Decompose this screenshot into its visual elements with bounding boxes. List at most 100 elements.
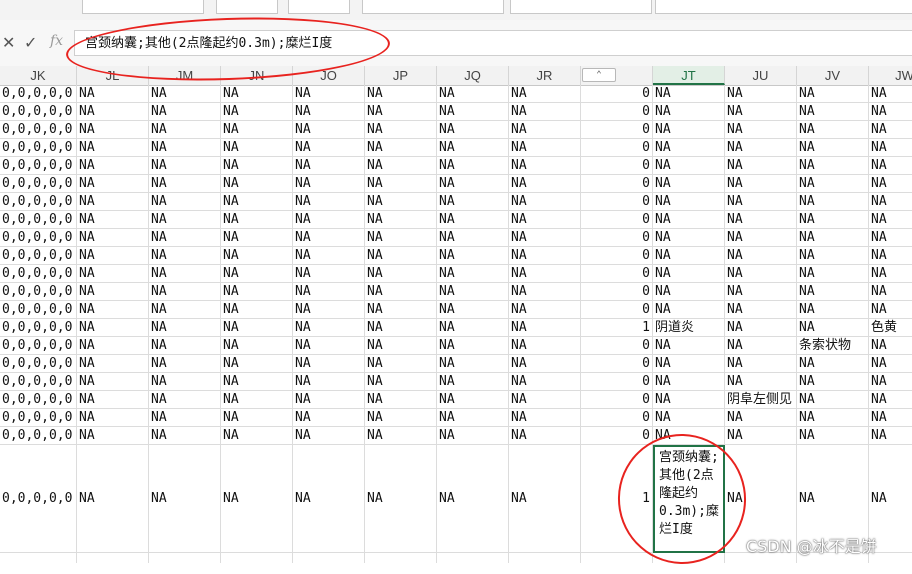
table-cell[interactable]: NA [653,337,725,355]
table-cell[interactable]: NA [725,121,797,139]
table-cell[interactable]: NA [149,283,221,301]
table-cell[interactable]: NA [509,157,581,175]
table-cell[interactable]: 0,0,0,0,0 [0,139,77,157]
table-cell[interactable]: NA [77,337,149,355]
table-cell[interactable]: 0 [581,427,653,445]
ribbon-button[interactable] [216,0,278,14]
table-cell[interactable]: NA [149,193,221,211]
table-cell[interactable]: NA [77,319,149,337]
table-cell[interactable]: NA [797,85,869,103]
table-cell[interactable]: 0 [581,265,653,283]
table-cell[interactable]: NA [149,121,221,139]
table-cell[interactable]: NA [653,157,725,175]
table-cell[interactable]: NA [725,211,797,229]
table-cell[interactable]: NA [221,175,293,193]
table-cell[interactable]: NA [293,211,365,229]
table-cell[interactable]: NA [149,265,221,283]
table-cell[interactable]: 0,0,0,0,0 [0,445,77,553]
table-cell[interactable]: NA [437,121,509,139]
table-cell[interactable]: 0 [581,121,653,139]
formula-input[interactable]: 宫颈纳囊;其他(2点隆起约0.3m);糜烂I度 [74,30,912,56]
table-cell[interactable]: NA [221,283,293,301]
table-cell[interactable]: NA [365,193,437,211]
close-icon[interactable]: ✕ [2,33,15,52]
table-cell[interactable]: 0,0,0,0,0 [0,373,77,391]
table-cell[interactable]: NA [365,85,437,103]
table-cell[interactable]: NA [293,373,365,391]
table-cell[interactable]: NA [725,85,797,103]
table-cell[interactable]: NA [869,121,912,139]
table-cell[interactable]: NA [869,139,912,157]
table-cell[interactable]: NA [437,139,509,157]
table-cell[interactable]: NA [509,391,581,409]
table-cell[interactable]: 0 [581,391,653,409]
table-cell[interactable]: NA [293,283,365,301]
check-icon[interactable]: ✓ [24,33,37,52]
table-cell[interactable]: NA [653,211,725,229]
table-cell[interactable]: NA [221,247,293,265]
table-cell[interactable]: 0 [581,373,653,391]
table-cell[interactable]: NA [869,229,912,247]
table-cell[interactable]: NA [77,301,149,319]
table-cell[interactable]: NA [509,121,581,139]
table-cell[interactable]: NA [797,283,869,301]
column-header[interactable]: JV [797,66,869,85]
table-cell[interactable]: NA [653,103,725,121]
table-cell[interactable]: NA [653,175,725,193]
table-cell[interactable]: NA [365,157,437,175]
table-cell[interactable]: 0 [581,211,653,229]
fx-icon[interactable]: fx [50,33,63,49]
table-cell[interactable]: NA [77,265,149,283]
ribbon-button-group[interactable] [82,0,204,14]
table-cell[interactable]: NA [365,103,437,121]
table-cell[interactable]: NA [293,157,365,175]
table-cell[interactable]: NA [509,265,581,283]
table-cell[interactable]: NA [365,121,437,139]
table-cell[interactable]: NA [221,409,293,427]
table-cell[interactable]: NA [725,355,797,373]
table-cell[interactable]: NA [149,409,221,427]
table-cell[interactable]: NA [293,85,365,103]
table-cell[interactable]: NA [869,211,912,229]
table-cell[interactable]: NA [149,85,221,103]
table-cell[interactable]: NA [221,139,293,157]
table-cell[interactable]: NA [797,355,869,373]
table-cell[interactable]: NA [725,409,797,427]
table-cell[interactable]: 0,0,0,0,0 [0,319,77,337]
table-cell[interactable]: NA [509,175,581,193]
table-cell[interactable]: NA [221,121,293,139]
table-cell[interactable] [653,553,725,563]
table-cell[interactable]: NA [293,175,365,193]
table-cell[interactable]: NA [437,229,509,247]
table-cell[interactable]: NA [437,247,509,265]
table-cell[interactable]: 0,0,0,0,0 [0,103,77,121]
table-cell[interactable]: NA [437,319,509,337]
table-cell[interactable]: 1 [581,445,653,553]
table-cell[interactable]: NA [653,283,725,301]
table-cell[interactable]: NA [437,103,509,121]
table-cell[interactable]: NA [221,103,293,121]
table-cell[interactable]: NA [437,211,509,229]
table-cell[interactable]: NA [77,229,149,247]
table-cell[interactable]: 0,0,0,0,0 [0,283,77,301]
column-header[interactable]: JP [365,66,437,85]
table-cell[interactable]: NA [725,301,797,319]
table-cell[interactable]: NA [77,103,149,121]
table-cell[interactable]: 色黄 [869,319,912,337]
column-header[interactable]: JQ [437,66,509,85]
table-cell[interactable]: NA [77,211,149,229]
table-cell[interactable]: NA [437,337,509,355]
table-cell[interactable]: 0,0,0,0,0 [0,427,77,445]
table-cell[interactable]: 0 [581,193,653,211]
table-cell[interactable]: NA [365,337,437,355]
table-cell[interactable]: NA [509,139,581,157]
table-cell[interactable]: NA [293,301,365,319]
table-cell[interactable]: 0 [581,355,653,373]
ribbon-button-group[interactable] [362,0,504,14]
table-cell[interactable]: NA [293,121,365,139]
table-cell[interactable]: NA [365,319,437,337]
table-cell[interactable]: NA [437,193,509,211]
table-cell[interactable]: NA [725,319,797,337]
table-cell[interactable]: 0,0,0,0,0 [0,391,77,409]
table-cell[interactable]: NA [365,247,437,265]
